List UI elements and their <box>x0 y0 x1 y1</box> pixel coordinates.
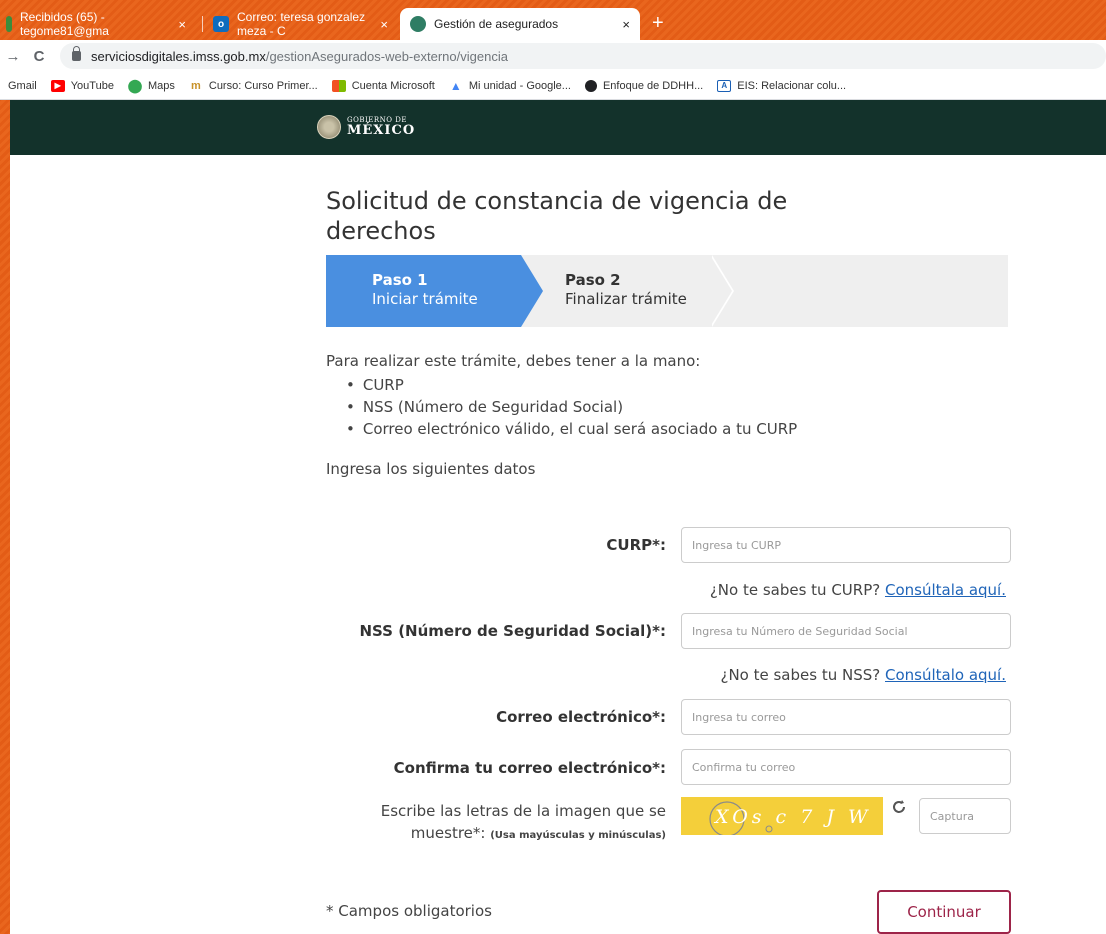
bookmark-ddhh[interactable]: Enfoque de DDHH... <box>584 79 704 92</box>
nss-input[interactable] <box>681 613 1011 649</box>
url-field[interactable]: serviciosdigitales.imss.gob.mx/gestionAs… <box>60 43 1106 69</box>
bookmark-label: Mi unidad - Google... <box>468 79 571 92</box>
bookmark-microsoft[interactable]: Cuenta Microsoft <box>331 79 435 92</box>
intro-text: Para realizar este trámite, debes tener … <box>326 352 701 370</box>
captcha-text: XOs c 7 J W <box>713 806 872 828</box>
browser-tab-gmail[interactable]: Recibidos (65) - tegome81@gma × <box>0 8 196 40</box>
confirm-email-input[interactable] <box>681 749 1011 785</box>
step-2-label: Paso 2 Finalizar trámite <box>565 271 687 309</box>
bookmarks-bar: Gmail ▶ YouTube ⬤ Maps m Curso: Curso Pr… <box>0 72 1106 100</box>
gmail-tab-icon <box>6 16 12 32</box>
browser-tab-outlook[interactable]: o Correo: teresa gonzalez meza - C × <box>203 8 398 40</box>
bookmark-drive[interactable]: ▲ Mi unidad - Google... <box>449 78 571 93</box>
requirement-item: CURP <box>346 374 797 396</box>
close-icon[interactable]: × <box>622 17 630 32</box>
lock-icon <box>72 46 81 61</box>
google-icon <box>584 79 597 92</box>
bookmark-label: Cuenta Microsoft <box>351 79 435 92</box>
form-subtitle: Ingresa los siguientes datos <box>326 460 536 478</box>
browser-tab-gestion[interactable]: Gestión de asegurados × <box>400 8 640 40</box>
required-note: * Campos obligatorios <box>326 902 492 920</box>
bookmark-youtube[interactable]: ▶ YouTube <box>50 79 114 92</box>
confirm-email-label: Confirma tu correo electrónico*: <box>393 759 666 777</box>
google-drive-icon: ▲ <box>449 78 462 93</box>
maps-icon: ⬤ <box>127 77 143 93</box>
step-1-name: Paso 1 <box>372 271 428 289</box>
captcha-label: Escribe las letras de la imagen que se m… <box>381 800 666 847</box>
bookmark-label: YouTube <box>70 79 114 92</box>
captcha-label-line2: muestre*: <box>410 824 486 842</box>
bookmark-eis[interactable]: A EIS: Relacionar colu... <box>717 79 847 92</box>
tab-title: Gestión de asegurados <box>434 17 559 31</box>
curp-help-text: ¿No te sabes tu CURP? <box>709 581 881 599</box>
tab-title: Recibidos (65) - tegome81@gma <box>20 10 109 38</box>
nss-help-link[interactable]: Consúltalo aquí. <box>885 666 1006 684</box>
reload-icon[interactable]: C <box>26 48 52 65</box>
url-host: serviciosdigitales.imss.gob.mx <box>91 48 266 64</box>
page-title: Solicitud de constancia de vigencia de d… <box>326 187 788 245</box>
step-1-label: Paso 1 Iniciar trámite <box>372 271 478 309</box>
nss-help-text: ¿No te sabes tu NSS? <box>720 666 881 684</box>
seal-icon <box>317 115 341 139</box>
requirement-item: NSS (Número de Seguridad Social) <box>346 396 797 418</box>
requirement-item: Correo electrónico válido, el cual será … <box>346 418 797 440</box>
bookmark-label: EIS: Relacionar colu... <box>737 79 847 92</box>
bookmark-label: Curso: Curso Primer... <box>208 79 318 92</box>
course-icon: m <box>190 79 201 92</box>
bookmark-label: Maps <box>147 79 175 92</box>
curp-input[interactable] <box>681 527 1011 563</box>
imss-icon <box>410 16 426 32</box>
captcha-input[interactable] <box>919 798 1011 834</box>
step-2-name: Paso 2 <box>565 271 621 289</box>
page-content: GOBIERNO DE MÉXICO Solicitud de constanc… <box>10 100 1106 934</box>
address-bar: → C serviciosdigitales.imss.gob.mx/gesti… <box>0 40 1106 72</box>
curp-help-link[interactable]: Consúltala aquí. <box>885 581 1006 599</box>
bookmark-label: Enfoque de DDHH... <box>602 79 704 92</box>
captcha-noise: XOs c 7 J W <box>709 801 872 835</box>
requirements-list: CURP NSS (Número de Seguridad Social) Co… <box>346 374 797 440</box>
bookmark-curso[interactable]: m Curso: Curso Primer... <box>189 80 318 92</box>
captcha-image: XOs c 7 J W <box>681 797 883 835</box>
curp-label: CURP*: <box>606 536 666 554</box>
nss-label: NSS (Número de Seguridad Social)*: <box>359 622 666 640</box>
captcha-note: (Usa mayúsculas y minúsculas) <box>490 830 666 841</box>
outlook-icon: o <box>213 16 229 32</box>
captcha-label-line1: Escribe las letras de la imagen que se <box>380 802 666 820</box>
curp-help: ¿No te sabes tu CURP? Consúltala aquí. <box>710 581 1006 599</box>
bookmark-maps[interactable]: ⬤ Maps <box>127 77 175 93</box>
stepper: Paso 1 Iniciar trámite Paso 2 Finalizar … <box>326 255 1008 327</box>
close-icon[interactable]: × <box>380 17 388 32</box>
gobierno-mexico-logo[interactable]: GOBIERNO DE MÉXICO <box>317 115 415 139</box>
microsoft-icon <box>331 79 346 92</box>
continue-button[interactable]: Continuar <box>877 890 1011 934</box>
step-divider-inner <box>710 255 732 327</box>
url-path: /gestionAsegurados-web-externo/vigencia <box>265 48 508 64</box>
email-input[interactable] <box>681 699 1011 735</box>
youtube-icon: ▶ <box>50 79 65 92</box>
tab-title: Correo: teresa gonzalez meza - C <box>237 10 366 38</box>
new-tab-button[interactable]: + <box>652 12 664 35</box>
bookmark-gmail[interactable]: Gmail <box>8 80 37 92</box>
logo-line2: MÉXICO <box>347 123 416 138</box>
gov-header: GOBIERNO DE MÉXICO <box>10 100 1106 155</box>
browser-tabstrip: Recibidos (65) - tegome81@gma × o Correo… <box>0 0 1106 40</box>
bookmark-label: Gmail <box>8 79 37 92</box>
step-1-desc: Iniciar trámite <box>372 290 478 308</box>
eis-icon: A <box>717 79 732 92</box>
step-2-desc: Finalizar trámite <box>565 290 687 308</box>
close-icon[interactable]: × <box>178 17 186 32</box>
refresh-captcha-icon[interactable] <box>891 799 907 815</box>
nss-help: ¿No te sabes tu NSS? Consúltalo aquí. <box>720 666 1006 684</box>
forward-icon[interactable]: → <box>0 48 26 65</box>
email-label: Correo electrónico*: <box>496 708 666 726</box>
